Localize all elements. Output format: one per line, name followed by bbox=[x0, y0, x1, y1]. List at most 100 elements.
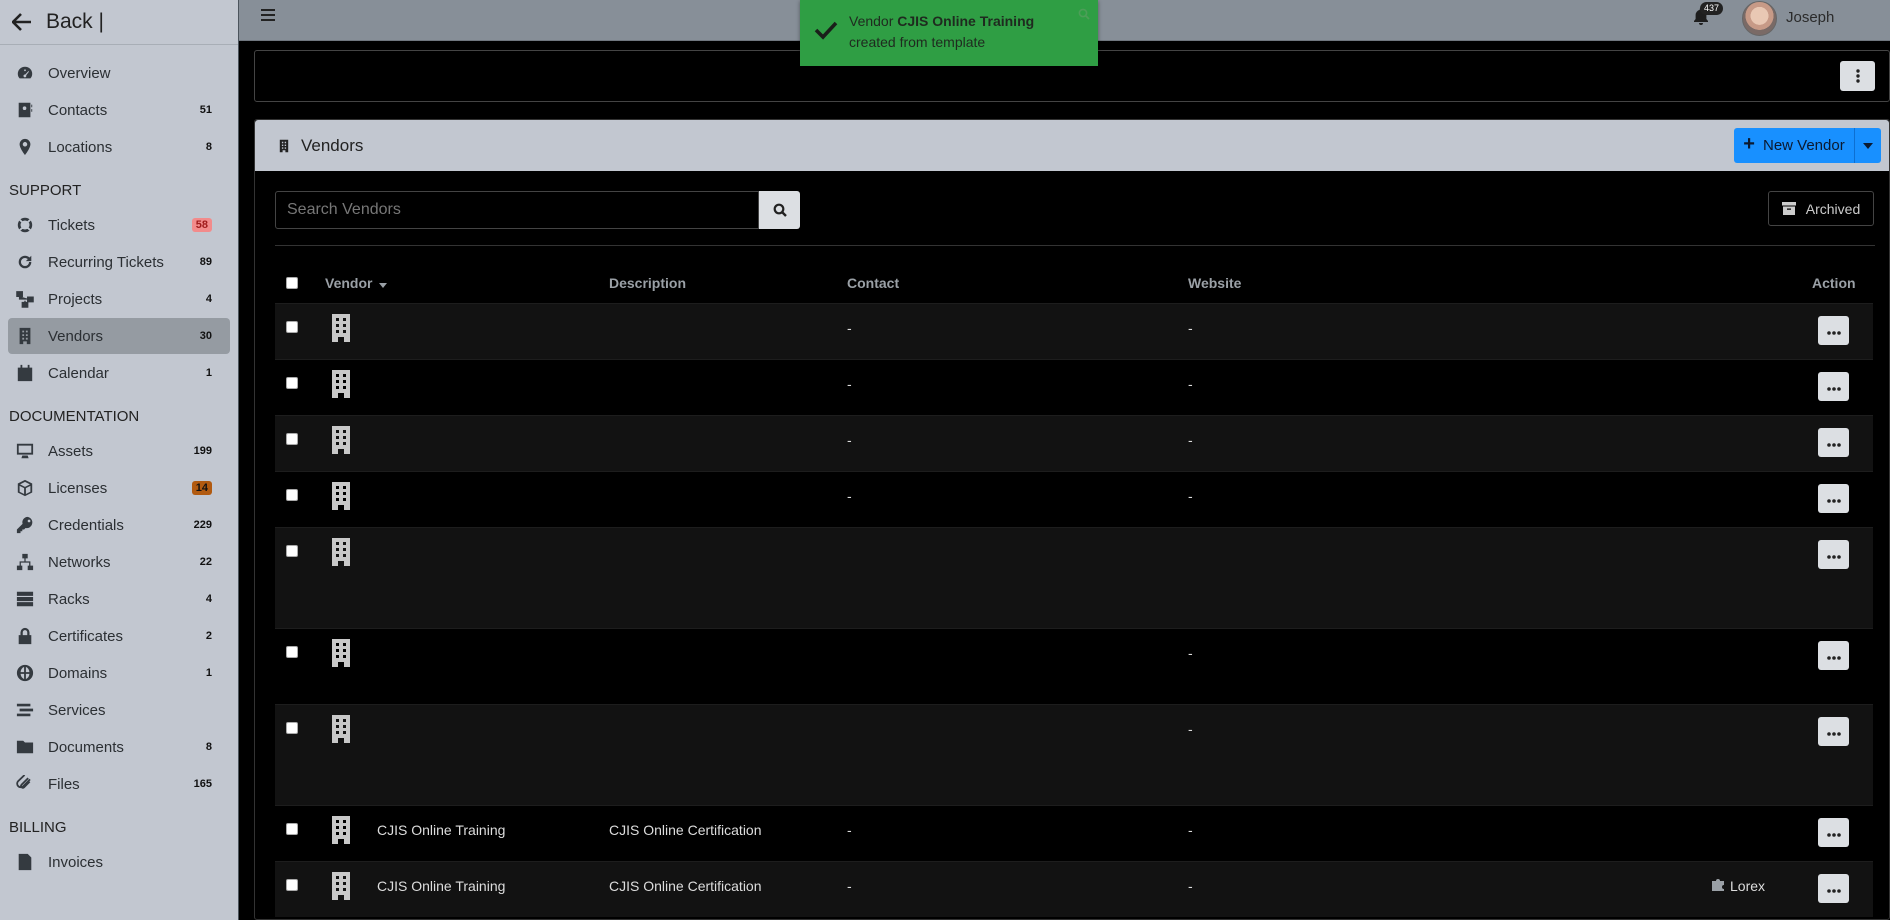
nav-support: Tickets 58 Recurring Tickets 89 Projects… bbox=[0, 207, 238, 391]
support-header: SUPPORT bbox=[9, 182, 82, 199]
select-all-checkbox[interactable] bbox=[286, 277, 298, 289]
hamburger-menu-icon[interactable] bbox=[261, 9, 275, 23]
vendors-card: Vendors + New Vendor Archived Vendor Des… bbox=[254, 119, 1890, 920]
sidebar-item-tickets[interactable]: Tickets 58 bbox=[8, 207, 230, 243]
row-checkbox[interactable] bbox=[286, 377, 298, 389]
toast-prefix: Vendor bbox=[849, 13, 898, 29]
new-vendor-button[interactable]: + New Vendor bbox=[1734, 128, 1854, 163]
column-header-vendor[interactable]: Vendor bbox=[325, 275, 388, 291]
sidebar-item-certificates[interactable]: Certificates 2 bbox=[8, 618, 230, 654]
building-icon bbox=[330, 872, 352, 903]
success-toast[interactable]: Vendor CJIS Online Training created from… bbox=[800, 0, 1098, 66]
building-icon bbox=[330, 816, 352, 847]
back-link[interactable]: Back | bbox=[0, 0, 238, 45]
sidebar-item-licenses[interactable]: Licenses 14 bbox=[8, 470, 230, 506]
ellipsis-icon bbox=[1826, 434, 1841, 451]
row-checkbox[interactable] bbox=[286, 879, 298, 891]
vendor-template-tag: Lorex bbox=[1712, 878, 1765, 894]
back-label: Back | bbox=[46, 10, 104, 33]
sidebar-item-label: Invoices bbox=[48, 853, 104, 871]
sidebar-item-contacts[interactable]: Contacts 51 bbox=[8, 92, 230, 128]
ellipsis-icon bbox=[1826, 490, 1841, 507]
sidebar-item-calendar[interactable]: Calendar 1 bbox=[8, 355, 230, 391]
sidebar: Back | Overview Contacts 51 Locations 8 … bbox=[0, 0, 239, 920]
vendor-name-link[interactable]: CJIS Online Training bbox=[377, 878, 505, 894]
row-actions-button[interactable] bbox=[1818, 316, 1849, 345]
column-header-website[interactable]: Website bbox=[1188, 275, 1241, 291]
row-actions-button[interactable] bbox=[1818, 818, 1849, 847]
table-row bbox=[275, 527, 1873, 628]
building-icon bbox=[279, 139, 289, 152]
calendar-icon bbox=[14, 364, 36, 382]
check-icon bbox=[814, 21, 838, 40]
ellipsis-icon bbox=[1826, 647, 1841, 664]
sidebar-item-services[interactable]: Services bbox=[8, 692, 230, 728]
row-actions-button[interactable] bbox=[1818, 717, 1849, 746]
row-actions-button[interactable] bbox=[1818, 641, 1849, 670]
count-badge: 30 bbox=[199, 330, 212, 342]
archived-button[interactable]: Archived bbox=[1768, 191, 1874, 226]
vendor-contact: - bbox=[847, 432, 852, 448]
avatar[interactable] bbox=[1742, 1, 1777, 36]
sidebar-item-label: Licenses bbox=[48, 479, 108, 497]
vendor-website: - bbox=[1188, 645, 1193, 661]
row-checkbox[interactable] bbox=[286, 489, 298, 501]
sort-down-icon bbox=[379, 283, 388, 288]
sidebar-item-label: Overview bbox=[48, 64, 111, 82]
building-icon bbox=[330, 715, 352, 746]
sidebar-item-recurring-tickets[interactable]: Recurring Tickets 89 bbox=[8, 244, 230, 280]
vendor-name-link[interactable]: CJIS Online Training bbox=[377, 822, 505, 838]
building-icon bbox=[14, 327, 36, 345]
vendor-description: CJIS Online Certification bbox=[609, 822, 762, 838]
row-checkbox[interactable] bbox=[286, 646, 298, 658]
new-vendor-label: New Vendor bbox=[1762, 137, 1845, 154]
table-row: - bbox=[275, 628, 1873, 704]
key-icon bbox=[14, 516, 36, 534]
count-badge: 1 bbox=[205, 667, 212, 679]
row-checkbox[interactable] bbox=[286, 433, 298, 445]
sidebar-item-label: Services bbox=[48, 701, 106, 719]
nav-main: Overview Contacts 51 Locations 8 bbox=[0, 45, 238, 165]
column-header-contact[interactable]: Contact bbox=[847, 275, 899, 291]
new-vendor-dropdown-toggle[interactable] bbox=[1854, 128, 1881, 163]
sidebar-item-label: Contacts bbox=[48, 101, 108, 119]
row-actions-button[interactable] bbox=[1818, 540, 1849, 569]
row-actions-button[interactable] bbox=[1818, 484, 1849, 513]
row-checkbox[interactable] bbox=[286, 823, 298, 835]
table-row: -- bbox=[275, 471, 1873, 527]
life-ring-icon bbox=[14, 216, 36, 234]
network-icon bbox=[14, 553, 36, 571]
table-row: CJIS Online Training CJIS Online Certific… bbox=[275, 805, 1873, 861]
vendor-contact: - bbox=[847, 488, 852, 504]
building-icon bbox=[330, 426, 352, 457]
row-checkbox[interactable] bbox=[286, 722, 298, 734]
sidebar-item-credentials[interactable]: Credentials 229 bbox=[8, 507, 230, 543]
column-header-description[interactable]: Description bbox=[609, 275, 686, 291]
row-actions-button[interactable] bbox=[1818, 372, 1849, 401]
search-input[interactable] bbox=[275, 191, 759, 229]
row-actions-button[interactable] bbox=[1818, 874, 1849, 903]
sidebar-item-projects[interactable]: Projects 4 bbox=[8, 281, 230, 317]
search-button[interactable] bbox=[759, 191, 800, 229]
count-badge: 8 bbox=[205, 741, 212, 753]
sidebar-item-label: Recurring Tickets bbox=[48, 253, 164, 271]
sidebar-item-vendors[interactable]: Vendors 30 bbox=[8, 318, 230, 354]
row-checkbox[interactable] bbox=[286, 545, 298, 557]
row-checkbox[interactable] bbox=[286, 321, 298, 333]
count-badge: 2 bbox=[205, 630, 212, 642]
sidebar-item-documents[interactable]: Documents 8 bbox=[8, 729, 230, 765]
more-options-button[interactable] bbox=[1840, 61, 1875, 91]
row-actions-button[interactable] bbox=[1818, 428, 1849, 457]
sidebar-item-files[interactable]: Files 165 bbox=[8, 766, 230, 802]
sidebar-item-locations[interactable]: Locations 8 bbox=[8, 129, 230, 165]
desktop-icon bbox=[14, 442, 36, 460]
sidebar-item-networks[interactable]: Networks 22 bbox=[8, 544, 230, 580]
sidebar-item-racks[interactable]: Racks 4 bbox=[8, 581, 230, 617]
sidebar-item-overview[interactable]: Overview bbox=[8, 55, 230, 91]
redo-icon bbox=[14, 253, 36, 271]
username[interactable]: Joseph bbox=[1786, 9, 1834, 26]
sidebar-item-invoices[interactable]: Invoices bbox=[8, 844, 230, 880]
sidebar-item-assets[interactable]: Assets 199 bbox=[8, 433, 230, 469]
building-icon bbox=[330, 482, 352, 513]
sidebar-item-domains[interactable]: Domains 1 bbox=[8, 655, 230, 691]
